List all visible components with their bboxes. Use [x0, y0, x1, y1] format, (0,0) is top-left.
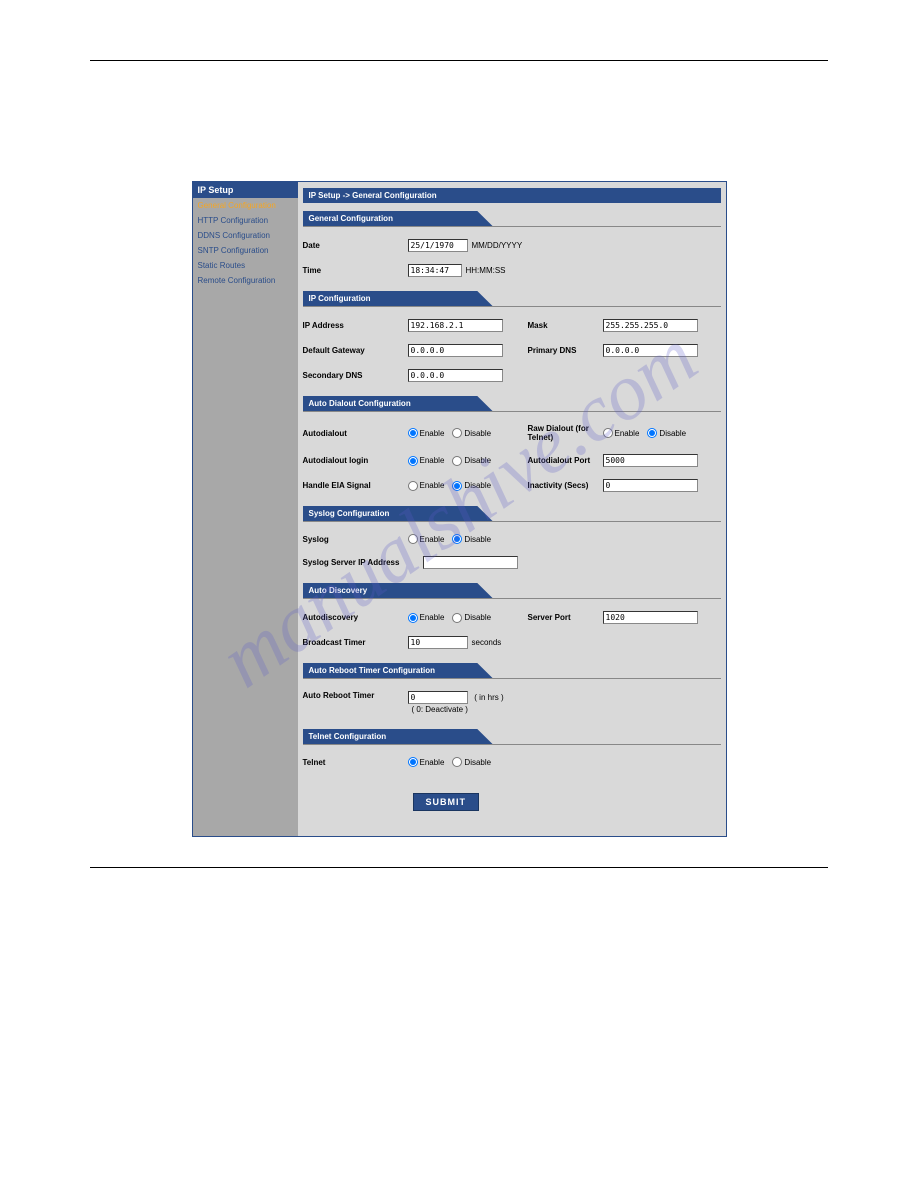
- section-reboot-title: Auto Reboot Timer Configuration: [303, 663, 493, 678]
- section-discovery-title: Auto Discovery: [303, 583, 493, 598]
- autodialout-radio[interactable]: Enable Disable: [408, 428, 498, 438]
- section-syslog-title: Syslog Configuration: [303, 506, 493, 521]
- syslog-server-input[interactable]: [423, 556, 518, 569]
- time-input[interactable]: [408, 264, 462, 277]
- telnet-radio[interactable]: Enable Disable: [408, 757, 498, 767]
- date-input[interactable]: [408, 239, 468, 252]
- eia-radio[interactable]: Enable Disable: [408, 481, 498, 491]
- app-frame: manualshive.com IP Setup General Configu…: [192, 181, 727, 837]
- serverport-label: Server Port: [528, 613, 603, 622]
- sidebar-item-remote[interactable]: Remote Configuration: [193, 273, 298, 288]
- broadcast-label: Broadcast Timer: [303, 638, 408, 647]
- time-hint: HH:MM:SS: [466, 266, 506, 275]
- syslog-server-label: Syslog Server IP Address: [303, 558, 423, 567]
- section-dialout-title: Auto Dialout Configuration: [303, 396, 493, 411]
- sidebar-title: IP Setup: [193, 182, 298, 198]
- date-hint: MM/DD/YYYY: [472, 241, 523, 250]
- autodisc-label: Autodiscovery: [303, 613, 408, 622]
- serverport-input[interactable]: [603, 611, 698, 624]
- ip-input[interactable]: [408, 319, 503, 332]
- submit-button[interactable]: SUBMIT: [413, 793, 480, 811]
- autodialout-label: Autodialout: [303, 429, 408, 438]
- main-panel: IP Setup -> General Configuration Genera…: [298, 182, 726, 836]
- inactivity-label: Inactivity (Secs): [528, 481, 603, 490]
- pdns-input[interactable]: [603, 344, 698, 357]
- sidebar-item-routes[interactable]: Static Routes: [193, 258, 298, 273]
- sidebar-item-sntp[interactable]: SNTP Configuration: [193, 243, 298, 258]
- syslog-radio[interactable]: Enable Disable: [408, 534, 498, 544]
- syslog-label: Syslog: [303, 535, 408, 544]
- sdns-label: Secondary DNS: [303, 371, 408, 380]
- port-label: Autodialout Port: [528, 456, 603, 465]
- sidebar-item-general[interactable]: General Configuration: [193, 198, 298, 213]
- mask-input[interactable]: [603, 319, 698, 332]
- reboot-hint2: ( 0: Deactivate ): [412, 705, 468, 714]
- eia-label: Handle EIA Signal: [303, 481, 408, 490]
- reboot-label: Auto Reboot Timer: [303, 691, 408, 700]
- date-label: Date: [303, 241, 408, 250]
- section-telnet-title: Telnet Configuration: [303, 729, 493, 744]
- inactivity-input[interactable]: [603, 479, 698, 492]
- login-label: Autodialout login: [303, 456, 408, 465]
- rawdialout-label: Raw Dialout (for Telnet): [528, 424, 603, 442]
- breadcrumb: IP Setup -> General Configuration: [303, 188, 721, 203]
- section-general-title: General Configuration: [303, 211, 493, 226]
- telnet-label: Telnet: [303, 758, 408, 767]
- gw-input[interactable]: [408, 344, 503, 357]
- sdns-input[interactable]: [408, 369, 503, 382]
- mask-label: Mask: [528, 321, 603, 330]
- sidebar: IP Setup General Configuration HTTP Conf…: [193, 182, 298, 836]
- section-ip-title: IP Configuration: [303, 291, 493, 306]
- reboot-hint1: ( in hrs ): [474, 693, 503, 702]
- port-input[interactable]: [603, 454, 698, 467]
- pdns-label: Primary DNS: [528, 346, 603, 355]
- broadcast-hint: seconds: [472, 638, 502, 647]
- sidebar-item-http[interactable]: HTTP Configuration: [193, 213, 298, 228]
- ip-label: IP Address: [303, 321, 408, 330]
- reboot-input[interactable]: [408, 691, 468, 704]
- time-label: Time: [303, 266, 408, 275]
- rawdialout-radio[interactable]: Enable Disable: [603, 428, 693, 438]
- broadcast-input[interactable]: [408, 636, 468, 649]
- autodisc-radio[interactable]: Enable Disable: [408, 613, 498, 623]
- gw-label: Default Gateway: [303, 346, 408, 355]
- sidebar-item-ddns[interactable]: DDNS Configuration: [193, 228, 298, 243]
- login-radio[interactable]: Enable Disable: [408, 456, 498, 466]
